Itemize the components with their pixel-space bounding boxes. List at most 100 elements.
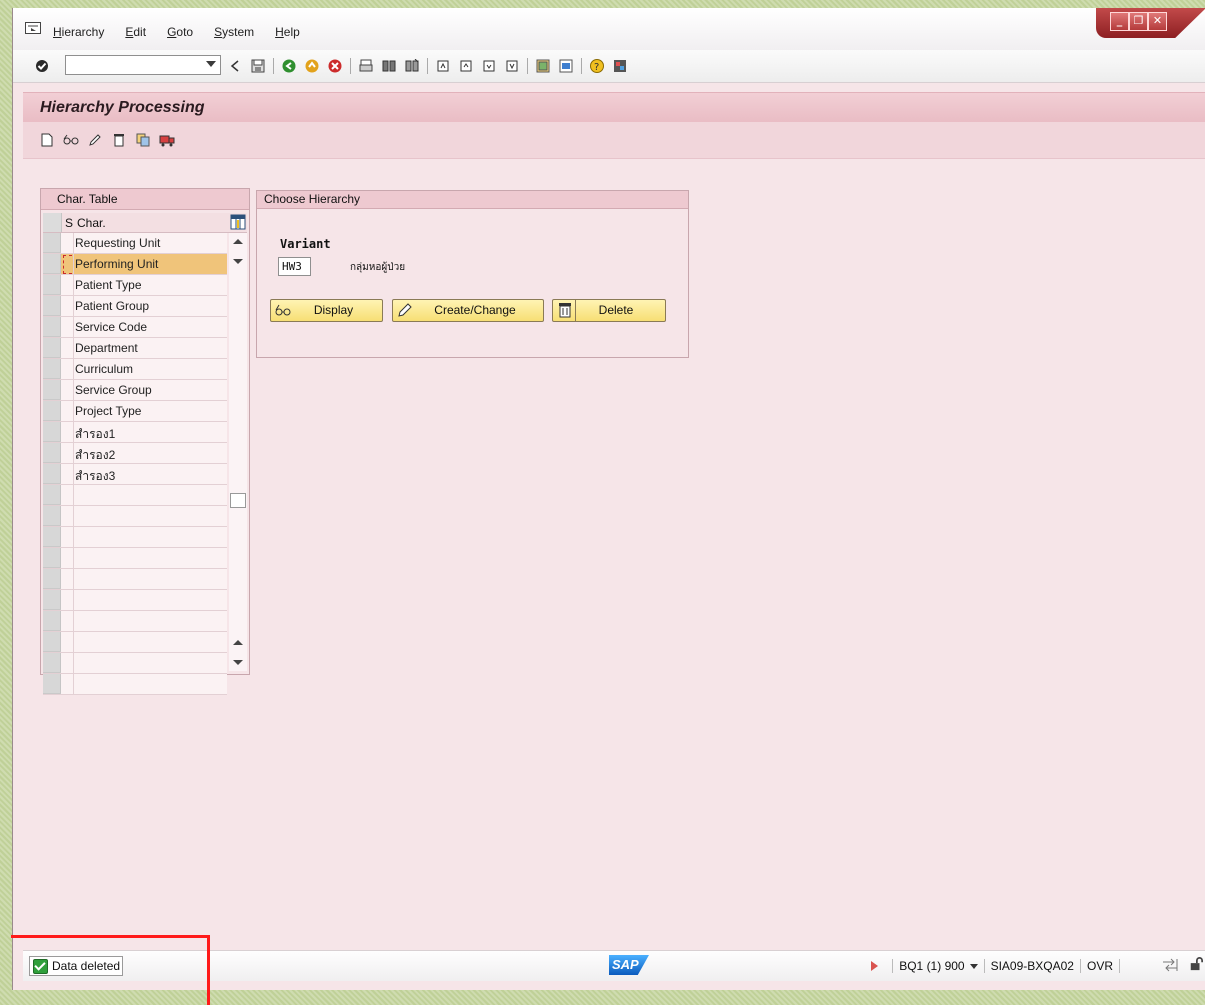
system-id[interactable]: BQ1 (1) 900 xyxy=(899,959,964,973)
scroll-up-icon[interactable] xyxy=(233,239,243,244)
play-icon[interactable] xyxy=(871,961,879,971)
scroll-thumb[interactable] xyxy=(230,493,246,508)
row-selector[interactable] xyxy=(43,527,61,547)
row-selector[interactable] xyxy=(43,275,61,295)
table-row[interactable]: สำรอง1 xyxy=(43,422,227,443)
previous-page-icon[interactable] xyxy=(458,58,474,74)
row-selector[interactable] xyxy=(43,254,61,274)
table-row[interactable]: Performing Unit xyxy=(43,254,227,275)
first-page-icon[interactable] xyxy=(435,58,451,74)
table-row[interactable]: Patient Group xyxy=(43,296,227,317)
row-selector[interactable] xyxy=(43,653,61,673)
column-header-s[interactable]: S xyxy=(65,216,73,230)
chevron-down-icon[interactable] xyxy=(206,61,216,67)
row-selector[interactable] xyxy=(43,317,61,337)
status-message[interactable]: Data deleted xyxy=(29,956,123,976)
lock-icon[interactable] xyxy=(1188,957,1204,971)
find-icon[interactable] xyxy=(381,58,397,74)
shortcut-icon[interactable] xyxy=(558,58,574,74)
row-selector[interactable] xyxy=(43,338,61,358)
select-all-cell[interactable] xyxy=(43,213,62,232)
menu-goto[interactable]: Goto xyxy=(167,25,193,39)
row-selector[interactable] xyxy=(43,359,61,379)
insert-mode[interactable]: OVR xyxy=(1087,959,1113,973)
scroll-up-icon[interactable] xyxy=(233,640,243,645)
row-selector[interactable] xyxy=(43,590,61,610)
row-selector[interactable] xyxy=(43,464,61,484)
row-selector[interactable] xyxy=(43,632,61,652)
help-icon[interactable]: ? xyxy=(589,58,605,74)
table-row[interactable] xyxy=(43,548,227,569)
menu-system[interactable]: System xyxy=(214,25,254,39)
menu-hierarchy[interactable]: Hierarchy xyxy=(53,25,104,39)
restore-button[interactable]: ❐ xyxy=(1129,12,1148,31)
row-selector[interactable] xyxy=(43,569,61,589)
back-icon[interactable] xyxy=(281,58,297,74)
menu-help[interactable]: Help xyxy=(275,25,300,39)
create-change-button[interactable]: Create/Change xyxy=(392,299,544,322)
table-row[interactable] xyxy=(43,527,227,548)
history-back-icon[interactable] xyxy=(227,58,243,74)
server-name: SIA09-BXQA02 xyxy=(990,959,1074,973)
cancel-icon[interactable] xyxy=(327,58,343,74)
row-selector[interactable] xyxy=(43,296,61,316)
table-row[interactable] xyxy=(43,569,227,590)
exit-icon[interactable] xyxy=(304,58,320,74)
table-row[interactable]: Requesting Unit xyxy=(43,233,227,254)
minimize-button[interactable]: _ xyxy=(1110,12,1129,31)
scroll-down-icon[interactable] xyxy=(233,259,243,264)
row-selector[interactable] xyxy=(43,506,61,526)
customize-layout-icon[interactable] xyxy=(612,58,628,74)
transport-truck-icon[interactable] xyxy=(159,132,175,148)
next-page-icon[interactable] xyxy=(481,58,497,74)
edit-pencil-icon[interactable] xyxy=(87,132,103,148)
row-selector[interactable] xyxy=(43,485,61,505)
char-table-scrollbar[interactable] xyxy=(229,233,247,671)
row-selector[interactable] xyxy=(43,443,61,463)
table-row[interactable] xyxy=(43,590,227,611)
variant-input[interactable]: HW3 xyxy=(278,257,311,276)
column-header-char[interactable]: Char. xyxy=(77,216,106,230)
table-row[interactable]: สำรอง3 xyxy=(43,464,227,485)
table-row[interactable]: Service Group xyxy=(43,380,227,401)
table-row[interactable] xyxy=(43,632,227,653)
table-row[interactable]: Service Code xyxy=(43,317,227,338)
menu-icon[interactable] xyxy=(25,22,41,34)
command-field[interactable] xyxy=(65,55,221,75)
delete-trash-icon[interactable] xyxy=(111,132,127,148)
table-row[interactable]: Curriculum xyxy=(43,359,227,380)
row-selector[interactable] xyxy=(43,611,61,631)
menu-edit[interactable]: Edit xyxy=(125,25,146,39)
copy-icon[interactable] xyxy=(135,132,151,148)
scroll-down-icon[interactable] xyxy=(233,660,243,665)
row-selector[interactable] xyxy=(43,548,61,568)
row-selector[interactable] xyxy=(43,380,61,400)
create-session-icon[interactable] xyxy=(535,58,551,74)
table-row[interactable] xyxy=(43,485,227,506)
row-selector[interactable] xyxy=(43,422,61,442)
tab-icon[interactable] xyxy=(1162,958,1178,972)
table-row[interactable] xyxy=(43,506,227,527)
new-document-icon[interactable] xyxy=(39,132,55,148)
find-next-icon[interactable] xyxy=(404,58,420,74)
delete-button[interactable]: Delete xyxy=(552,299,666,322)
close-button[interactable]: ✕ xyxy=(1148,12,1167,31)
table-settings-icon[interactable] xyxy=(230,214,246,230)
row-selector[interactable] xyxy=(43,674,61,694)
table-row[interactable] xyxy=(43,611,227,632)
table-row[interactable]: สำรอง2 xyxy=(43,443,227,464)
display-glasses-icon[interactable] xyxy=(63,132,79,148)
chevron-down-icon[interactable] xyxy=(969,963,978,969)
enter-check-icon[interactable] xyxy=(35,59,49,73)
save-icon[interactable] xyxy=(250,58,266,74)
display-button[interactable]: Display xyxy=(270,299,383,322)
print-icon[interactable] xyxy=(358,58,374,74)
table-row[interactable] xyxy=(43,653,227,674)
table-row[interactable]: Department xyxy=(43,338,227,359)
table-row[interactable]: Patient Type xyxy=(43,275,227,296)
last-page-icon[interactable] xyxy=(504,58,520,74)
row-selector[interactable] xyxy=(43,233,61,253)
table-row[interactable]: Project Type xyxy=(43,401,227,422)
row-selector[interactable] xyxy=(43,401,61,421)
table-row[interactable] xyxy=(43,674,227,695)
